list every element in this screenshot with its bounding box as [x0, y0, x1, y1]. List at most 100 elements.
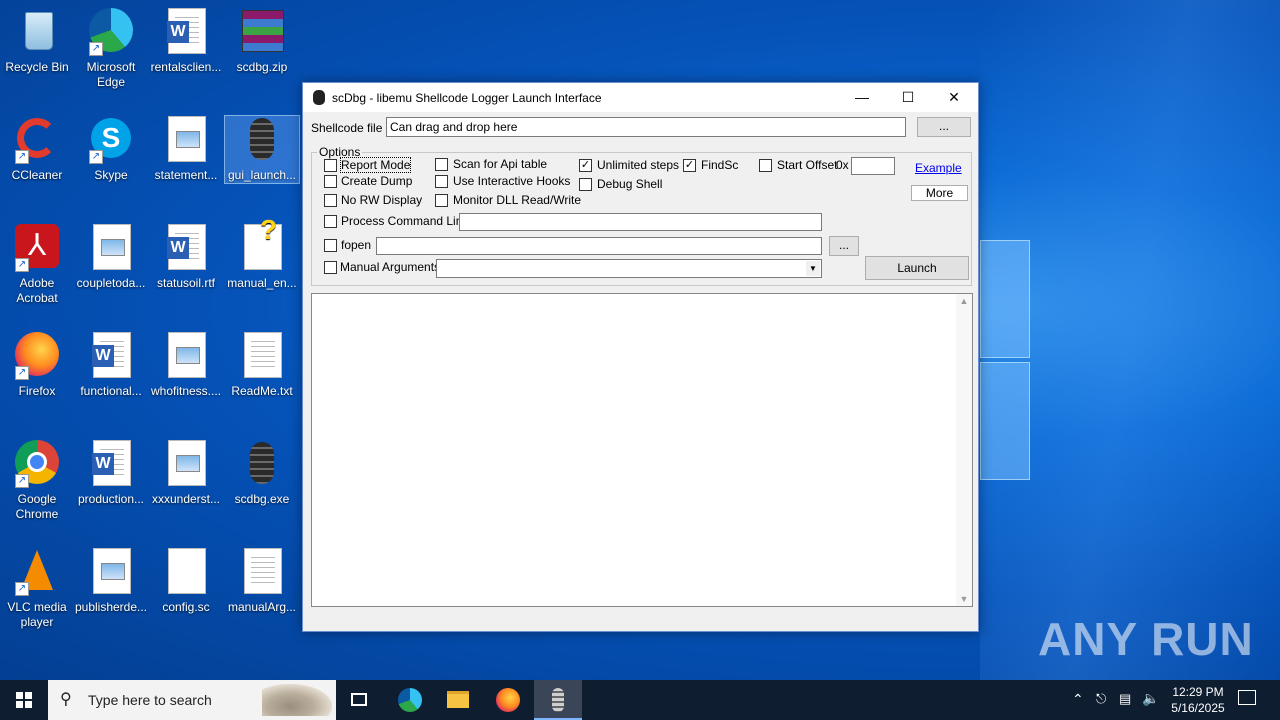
desktop-icon-manualarg[interactable]: manualArg...: [225, 548, 299, 615]
desktop-icon-firefox[interactable]: ↗ Firefox: [0, 332, 74, 399]
wallpaper-windows-logo: [980, 240, 1030, 480]
window-title: scDbg - libemu Shellcode Logger Launch I…: [332, 91, 602, 105]
desktop-icon-scdbg-zip[interactable]: scdbg.zip: [225, 8, 299, 75]
manual-args-checkbox[interactable]: [324, 261, 337, 274]
monitor-dll-label: Monitor DLL Read/Write: [453, 193, 582, 207]
taskbar-firefox[interactable]: [484, 680, 532, 720]
fopen-checkbox[interactable]: [324, 239, 337, 252]
chevron-down-icon[interactable]: ▼: [806, 261, 820, 276]
start-offset-label: Start Offset: [777, 158, 838, 172]
launch-button[interactable]: Launch: [865, 256, 969, 280]
desktop-icon-skype[interactable]: S ↗ Skype: [74, 116, 148, 183]
desktop-icon-production[interactable]: W production...: [74, 440, 148, 507]
start-offset-checkbox[interactable]: [759, 159, 772, 172]
fopen-label: fopen: [341, 238, 372, 252]
desktop-icon-coupletoda[interactable]: coupletoda...: [74, 224, 148, 291]
taskbar: ⚲ Type here to search ⌃ ⎋ ▤ 🔈 12:29 PM 5…: [0, 680, 1280, 720]
more-button[interactable]: More: [911, 185, 968, 201]
app-bug-icon: [313, 90, 325, 105]
shellcode-browse-button[interactable]: ...: [917, 117, 971, 137]
manual-args-combobox[interactable]: ▼: [436, 259, 822, 278]
desktop-icon-recycle-bin[interactable]: Recycle Bin: [0, 8, 74, 75]
blank-file-icon: [162, 548, 210, 596]
desktop-icon-statusoil[interactable]: W statusoil.rtf: [149, 224, 223, 291]
desktop-icon-functional[interactable]: W functional...: [74, 332, 148, 399]
firefox-icon: [496, 688, 520, 712]
example-link[interactable]: Example: [915, 161, 962, 175]
output-textarea[interactable]: ▲ ▼: [311, 293, 973, 607]
ccleaner-icon: ↗: [13, 116, 61, 164]
fopen-browse-button[interactable]: ...: [829, 236, 859, 256]
chevron-up-icon[interactable]: ⌃: [1072, 691, 1084, 708]
desktop-icon-rentalsclien[interactable]: W rentalsclien...: [149, 8, 223, 75]
taskbar-search-box[interactable]: ⚲ Type here to search: [48, 680, 336, 720]
start-offset-input[interactable]: [851, 157, 895, 175]
findsc-checkbox[interactable]: ✓: [683, 159, 696, 172]
desktop-icon-google-chrome[interactable]: ↗ Google Chrome: [0, 440, 74, 522]
bug-app-icon: [238, 440, 286, 488]
desktop-icon-adobe-acrobat[interactable]: ⅄ ↗ Adobe Acrobat: [0, 224, 74, 306]
no-rw-display-checkbox[interactable]: [324, 194, 337, 207]
search-highlight-elephants-icon: [262, 684, 332, 716]
close-button[interactable]: ✕: [931, 83, 977, 112]
monitor-dll-checkbox[interactable]: [435, 194, 448, 207]
network-shield-icon[interactable]: ⎋: [1096, 691, 1106, 707]
unlimited-steps-label: Unlimited steps: [597, 158, 680, 172]
word-document-icon: W: [87, 332, 135, 380]
minimize-button[interactable]: —: [839, 83, 885, 112]
word-document-icon: W: [162, 8, 210, 56]
fopen-input[interactable]: [376, 237, 822, 255]
shellcode-file-input[interactable]: Can drag and drop here: [386, 117, 906, 137]
image-file-icon: [87, 548, 135, 596]
desktop-icon-manual-en[interactable]: ? manual_en...: [225, 216, 299, 291]
desktop-icon-ccleaner[interactable]: ↗ CCleaner: [0, 116, 74, 183]
windows-start-icon: [16, 692, 32, 708]
clock[interactable]: 12:29 PM 5/16/2025: [1168, 684, 1228, 716]
notification-center-icon[interactable]: [1238, 690, 1256, 705]
desktop-icon-edge[interactable]: ↗ Microsoft Edge: [74, 8, 148, 90]
search-placeholder: Type here to search: [88, 692, 212, 708]
debug-shell-checkbox[interactable]: [579, 178, 592, 191]
search-icon: ⚲: [60, 691, 72, 708]
process-cmd-label: Process Command Line: [341, 214, 470, 228]
options-group-label: Options: [317, 145, 363, 159]
start-button[interactable]: [0, 680, 48, 720]
desktop-icon-config-sc[interactable]: config.sc: [149, 548, 223, 615]
interactive-hooks-checkbox[interactable]: [435, 175, 448, 188]
winrar-archive-icon: [238, 8, 286, 56]
taskbar-scdbg[interactable]: [534, 680, 582, 720]
desktop-icon-readme[interactable]: ReadMe.txt: [225, 332, 299, 399]
scroll-up-icon[interactable]: ▲: [956, 296, 972, 306]
desktop-icon-publisherde[interactable]: publisherde...: [74, 548, 148, 615]
vlc-icon: ↗: [13, 548, 61, 596]
desktop-icon-statement[interactable]: statement...: [149, 116, 223, 183]
shellcode-file-label: Shellcode file: [311, 121, 383, 135]
report-mode-checkbox[interactable]: [324, 159, 337, 172]
desktop-icon-whofitness[interactable]: whofitness....: [149, 332, 223, 399]
findsc-label: FindSc: [701, 158, 739, 172]
clock-date: 5/16/2025: [1171, 701, 1225, 715]
output-scrollbar[interactable]: ▲ ▼: [956, 294, 972, 606]
create-dump-checkbox[interactable]: [324, 175, 337, 188]
text-file-icon: [238, 548, 286, 596]
desktop-icon-gui-launch[interactable]: gui_launch...: [224, 115, 300, 184]
start-offset-prefix: 0x: [836, 158, 849, 172]
clock-time: 12:29 PM: [1172, 685, 1224, 699]
desktop-icon-xxxunderst[interactable]: xxxunderst...: [149, 440, 223, 507]
taskbar-edge[interactable]: [386, 680, 434, 720]
title-bar: scDbg - libemu Shellcode Logger Launch I…: [303, 83, 978, 112]
scan-api-checkbox[interactable]: [435, 158, 448, 171]
process-cmd-checkbox[interactable]: [324, 215, 337, 228]
maximize-button[interactable]: ☐: [885, 83, 931, 112]
process-cmd-input[interactable]: [459, 213, 822, 231]
unlimited-steps-checkbox[interactable]: ✓: [579, 159, 592, 172]
word-document-icon: W: [87, 440, 135, 488]
bug-app-icon: [238, 116, 286, 164]
desktop-icon-scdbg-exe[interactable]: scdbg.exe: [225, 440, 299, 507]
volume-icon[interactable]: 🔈: [1142, 690, 1159, 707]
scroll-down-icon[interactable]: ▼: [956, 594, 972, 604]
desktop-icon-vlc[interactable]: ↗ VLC media player: [0, 548, 74, 630]
network-icon[interactable]: ▤: [1119, 691, 1131, 707]
task-view-button[interactable]: [336, 680, 384, 720]
taskbar-file-explorer[interactable]: [434, 680, 482, 720]
